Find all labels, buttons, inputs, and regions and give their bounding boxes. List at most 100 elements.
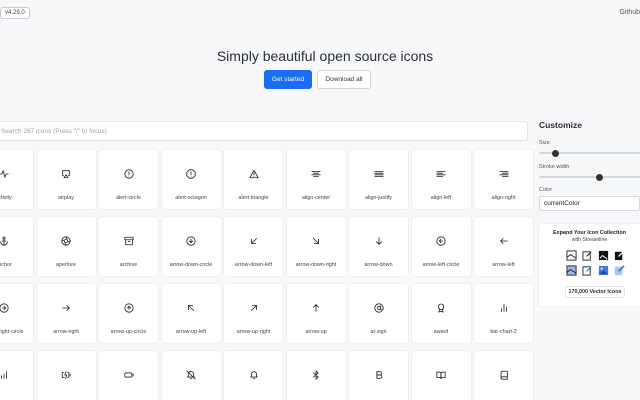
align-right-icon (498, 169, 509, 179)
icon-card[interactable] (0, 351, 33, 400)
archive-icon (123, 236, 134, 246)
icon-card[interactable]: align-right (474, 150, 533, 209)
alert-triangle-icon (248, 169, 259, 179)
color-input[interactable] (539, 196, 640, 211)
icon-card[interactable]: bar-chart-2 (474, 284, 533, 343)
icon-card[interactable]: arrow-up-right (224, 284, 283, 343)
arrow-left-circle-icon (436, 236, 446, 246)
arrow-down-right-icon (311, 236, 321, 246)
size-slider-thumb[interactable] (551, 149, 559, 157)
icon-card[interactable] (36, 351, 96, 400)
icon-card[interactable]: alert-triangle (224, 150, 283, 209)
icon-card[interactable]: arrow-up (286, 284, 346, 343)
size-label: Size (539, 140, 550, 146)
icon-card[interactable]: arrow-down (349, 217, 408, 276)
download-all-button[interactable]: Download all (317, 70, 371, 89)
icon-card[interactable] (99, 351, 158, 400)
icon-card[interactable]: arrow-right (36, 284, 96, 343)
arrow-down-left-icon (249, 236, 259, 246)
icon-card[interactable]: alert-circle (99, 150, 158, 209)
stroke-width-slider-thumb[interactable] (596, 173, 604, 181)
activity-icon (0, 169, 9, 179)
promo-subtitle: with Streamline (571, 237, 608, 243)
stroke-width-slider[interactable] (539, 173, 640, 181)
icon-card[interactable]: arrow-up-circle (99, 284, 158, 343)
promo-icon-image-duo (566, 265, 577, 276)
award-icon (436, 303, 446, 313)
alert-circle-icon (123, 169, 134, 179)
size-slider[interactable] (539, 149, 640, 157)
at-sign-icon (373, 303, 384, 313)
arrow-down-circle-icon (186, 236, 196, 246)
stroke-width-label: Stroke width (539, 164, 570, 170)
version-badge[interactable]: v4.29.0 (0, 7, 30, 19)
align-justify-icon (373, 169, 384, 179)
hero-title: Simply beautiful open source icons (216, 48, 434, 64)
icon-label: arrow-left (492, 262, 515, 268)
battery-charging-icon (61, 370, 71, 380)
customize-sidebar: Customize Size Stroke width Color Expand… (539, 120, 640, 306)
promo-icon-image-solid (598, 250, 609, 261)
bell-off-icon (186, 370, 196, 380)
icon-card[interactable]: airplay (36, 150, 96, 209)
promo-icon-pencil-line (582, 250, 593, 261)
align-left-icon (436, 169, 446, 179)
icon-card[interactable]: arrow-down-circle (161, 217, 221, 276)
icon-card[interactable] (349, 351, 408, 400)
promo-title: Expand Your Icon Collection (553, 230, 626, 236)
promo-icon-pencil-flat (614, 265, 625, 276)
arrow-up-icon (311, 303, 321, 313)
vector-icons-button[interactable]: 170,000 Vector Icons (565, 286, 625, 298)
icon-card[interactable]: alert-octagon (161, 150, 221, 209)
arrow-left-icon (499, 236, 509, 246)
get-started-button[interactable]: Get started (264, 70, 312, 89)
icon-card[interactable]: align-center (286, 150, 346, 209)
align-center-icon (311, 169, 321, 179)
icon-card[interactable]: arrow-down-left (224, 217, 283, 276)
icon-card[interactable] (286, 351, 346, 400)
icon-card[interactable]: align-justify (349, 150, 408, 209)
icon-card[interactable] (411, 351, 471, 400)
icon-card[interactable] (161, 351, 221, 400)
promo-icon-pencil-solid (614, 250, 625, 261)
icon-card[interactable]: arrow-left-circle (411, 217, 471, 276)
bell-icon (249, 370, 259, 380)
icon-card[interactable]: arrow-left (474, 217, 533, 276)
book-icon (499, 370, 509, 380)
arrow-right-circle-icon (0, 303, 9, 313)
icon-card[interactable] (224, 351, 283, 400)
icon-card[interactable]: arrow-up-left (161, 284, 221, 343)
customize-title: Customize (539, 120, 582, 130)
icon-card[interactable]: archive (99, 217, 158, 276)
search-input[interactable] (0, 121, 528, 141)
arrow-down-icon (374, 236, 384, 246)
bar-chart-icon (0, 370, 9, 380)
arrow-up-right-icon (249, 303, 259, 313)
bar-chart-2-icon (499, 303, 509, 313)
arrow-up-circle-icon (123, 303, 134, 313)
icon-label: align-right (491, 195, 516, 201)
icon-label: bar-chart-2 (490, 329, 517, 335)
icon-card[interactable]: award (411, 284, 471, 343)
github-link[interactable]: Github (619, 9, 640, 16)
promo-icon-image-flat (598, 265, 609, 276)
bold-icon (374, 370, 384, 380)
battery-icon (123, 370, 134, 380)
airplay-icon (61, 169, 71, 179)
promo-icon-pencil-duo (582, 265, 593, 276)
promo-icon-image-line (566, 250, 577, 261)
bluetooth-icon (311, 370, 321, 380)
icon-card[interactable]: aperture (36, 217, 96, 276)
arrow-up-left-icon (186, 303, 196, 313)
alert-octagon-icon (186, 169, 196, 179)
color-label: Color (539, 187, 553, 193)
icon-card[interactable]: align-left (411, 150, 471, 209)
arrow-right-icon (61, 303, 71, 313)
book-open-icon (436, 370, 446, 380)
streamline-promo[interactable]: Expand Your Icon Collection with Streaml… (539, 224, 640, 306)
aperture-icon (61, 236, 71, 246)
icon-card[interactable]: arrow-down-right (286, 217, 346, 276)
anchor-icon (0, 236, 9, 246)
icon-card[interactable]: at-sign (349, 284, 408, 343)
icon-card[interactable] (474, 351, 533, 400)
